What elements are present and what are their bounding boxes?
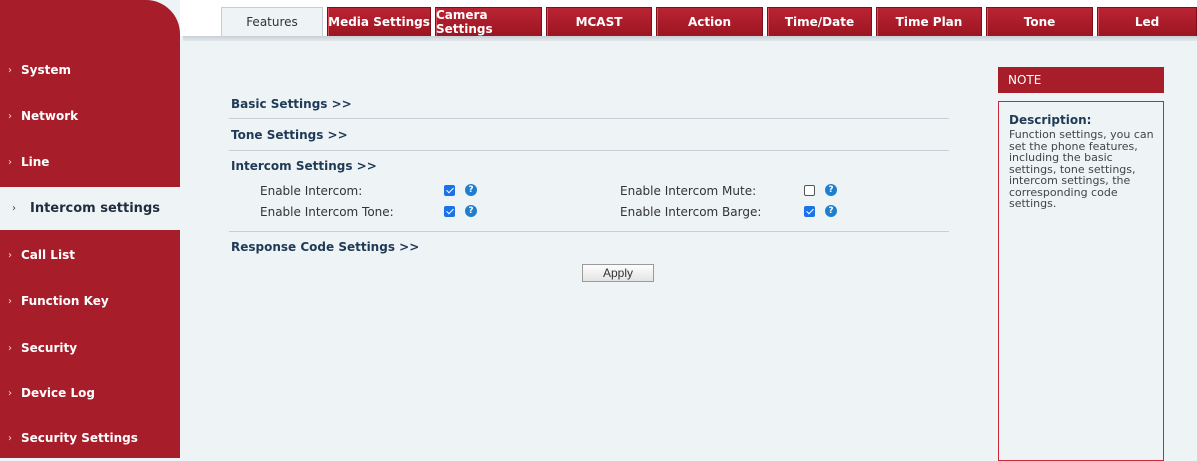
basic-settings-link[interactable]: Basic Settings >> — [231, 97, 352, 111]
enable-intercom-label: Enable Intercom: — [260, 184, 363, 198]
help-icon[interactable]: ? — [825, 184, 837, 196]
sidebar-item-label: System — [21, 63, 71, 77]
note-description-text: Function settings, you can set the phone… — [1009, 128, 1154, 210]
tab-camera-settings[interactable]: Camera Settings — [435, 7, 542, 36]
enable-intercom-barge-checkbox[interactable] — [804, 206, 815, 217]
chevron-right-icon: › — [8, 156, 12, 168]
sidebar-item-device-log[interactable]: › Device Log — [0, 370, 180, 416]
divider — [229, 150, 949, 151]
chevron-right-icon: › — [8, 432, 12, 444]
help-icon[interactable]: ? — [465, 184, 477, 196]
tab-led[interactable]: Led — [1097, 7, 1197, 36]
enable-intercom-mute-label: Enable Intercom Mute: — [620, 184, 757, 198]
sidebar-item-security[interactable]: › Security — [0, 325, 180, 371]
tab-action[interactable]: Action — [656, 7, 763, 36]
chevron-right-icon: › — [8, 64, 12, 76]
tab-media-settings[interactable]: Media Settings — [327, 7, 431, 36]
note-description-title: Description: — [1009, 113, 1092, 127]
sidebar-item-label: Line — [21, 155, 50, 169]
divider — [229, 231, 949, 232]
chevron-right-icon: › — [12, 203, 16, 214]
tone-settings-link[interactable]: Tone Settings >> — [231, 128, 348, 142]
enable-intercom-checkbox[interactable] — [444, 185, 455, 196]
chevron-right-icon: › — [8, 110, 12, 122]
chevron-right-icon: › — [8, 342, 12, 354]
tab-tone[interactable]: Tone — [986, 7, 1093, 36]
sidebar-item-label: Security — [21, 341, 78, 355]
tab-time-date[interactable]: Time/Date — [767, 7, 872, 36]
help-icon[interactable]: ? — [465, 205, 477, 217]
enable-intercom-barge-label: Enable Intercom Barge: — [620, 205, 762, 219]
enable-intercom-mute-checkbox[interactable] — [804, 185, 815, 196]
tab-mcast[interactable]: MCAST — [546, 7, 652, 36]
response-code-settings-link[interactable]: Response Code Settings >> — [231, 240, 419, 254]
chevron-right-icon: › — [8, 249, 12, 261]
sidebar-item-line[interactable]: › Line — [0, 139, 180, 185]
help-icon[interactable]: ? — [825, 205, 837, 217]
sidebar-item-network[interactable]: › Network — [0, 93, 180, 139]
sidebar-item-label: Function Key — [21, 294, 109, 308]
enable-intercom-tone-label: Enable Intercom Tone: — [260, 205, 394, 219]
tab-features[interactable]: Features — [221, 7, 323, 36]
sidebar-item-label: Call List — [21, 248, 75, 262]
tab-time-plan[interactable]: Time Plan — [876, 7, 982, 36]
sidebar: › System › Network › Line › Intercom set… — [0, 0, 180, 458]
sidebar-item-call-list[interactable]: › Call List — [0, 232, 180, 278]
divider — [229, 118, 949, 119]
sidebar-item-label: Device Log — [21, 386, 95, 400]
note-header: NOTE — [998, 67, 1164, 93]
chevron-right-icon: › — [8, 295, 12, 307]
enable-intercom-tone-checkbox[interactable] — [444, 206, 455, 217]
sidebar-item-security-settings[interactable]: › Security Settings — [0, 415, 180, 458]
sidebar-item-function-key[interactable]: › Function Key — [0, 278, 180, 324]
sidebar-item-label: Intercom settings — [30, 201, 160, 216]
sidebar-item-label: Network — [21, 109, 79, 123]
intercom-settings-link[interactable]: Intercom Settings >> — [231, 159, 377, 173]
chevron-right-icon: › — [8, 387, 12, 399]
tab-bar-divider — [183, 36, 1197, 41]
sidebar-item-system[interactable]: › System — [0, 47, 180, 93]
apply-button[interactable]: Apply — [582, 264, 654, 282]
sidebar-item-label: Security Settings — [21, 431, 138, 445]
sidebar-item-intercom-settings[interactable]: › Intercom settings — [0, 187, 180, 230]
